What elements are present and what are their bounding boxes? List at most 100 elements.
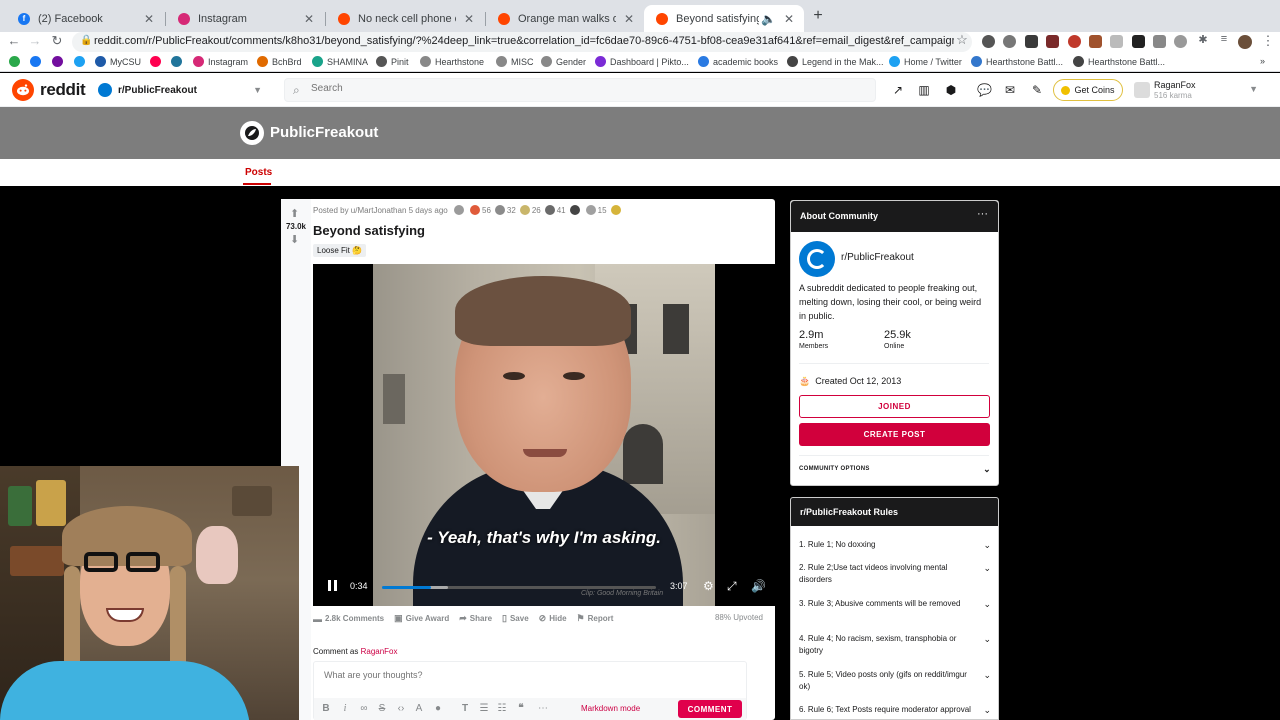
share-button[interactable]: ➦ Share xyxy=(459,613,492,624)
bulleted-list-icon[interactable]: ☰ xyxy=(478,703,490,714)
fullscreen-icon[interactable]: ⤢ xyxy=(727,579,737,594)
tab-posts[interactable]: Posts xyxy=(245,167,272,178)
search-box[interactable]: ⌕ xyxy=(284,78,876,102)
puzzle-icon[interactable]: ✱ xyxy=(1195,33,1211,46)
comments-button[interactable]: ▬ 2.8k Comments xyxy=(313,613,384,624)
extension-icon[interactable] xyxy=(1153,35,1166,48)
community-options-toggle[interactable]: COMMUNITY OPTIONS ⌄ xyxy=(799,464,991,474)
bookmark-item[interactable]: Hearthstone Battl... xyxy=(971,56,1063,67)
url-bar[interactable]: 🔒 reddit.com/r/PublicFreakout/comments/k… xyxy=(72,32,972,52)
shield-icon[interactable]: ⬢ xyxy=(944,83,958,97)
extension-icon[interactable] xyxy=(1003,35,1016,48)
comment-submit-button[interactable]: COMMENT xyxy=(678,700,742,718)
numbered-list-icon[interactable]: ☷ xyxy=(496,703,508,714)
rule-item[interactable]: 1. Rule 1; No doxxing ⌄ xyxy=(799,539,991,551)
extension-icon[interactable] xyxy=(1174,35,1187,48)
video-player[interactable]: - Yeah, that's why I'm asking. Clip: Goo… xyxy=(313,264,775,606)
bookmark-item[interactable]: Home / Twitter xyxy=(889,56,962,67)
back-icon[interactable]: ← xyxy=(6,33,22,48)
give-award-button[interactable]: ▣ Give Award xyxy=(394,613,449,624)
tab-facebook[interactable]: f (2) Facebook ✕ xyxy=(6,5,164,32)
menu-dots-icon[interactable]: ⋮ xyxy=(1260,33,1276,49)
close-icon[interactable]: ✕ xyxy=(142,12,156,26)
award-badge[interactable]: 15 xyxy=(585,205,607,215)
chat-icon[interactable]: 💬 xyxy=(977,83,992,97)
create-post-button[interactable]: CREATE POST xyxy=(799,423,990,446)
bookmark-item[interactable] xyxy=(171,56,186,67)
stats-icon[interactable]: ▥ xyxy=(917,83,931,97)
rule-item[interactable]: 5. Rule 5; Video posts only (gifs on red… xyxy=(799,669,991,693)
close-icon[interactable]: ✕ xyxy=(462,12,476,26)
extension-icon[interactable] xyxy=(1132,35,1145,48)
bookmark-item[interactable]: Gender xyxy=(541,56,586,67)
tab-no-neck[interactable]: No neck cell phone customer ✕ xyxy=(326,5,484,32)
profile-avatar[interactable] xyxy=(1238,35,1252,49)
settings-gear-icon[interactable]: ⚙ xyxy=(703,579,714,593)
bookmark-item[interactable]: SHAMINA xyxy=(312,56,368,67)
comment-as-user-link[interactable]: RaganFox xyxy=(361,647,398,656)
hide-button[interactable]: ⊘ Hide xyxy=(539,613,567,624)
bookmark-item[interactable]: BchBrd xyxy=(257,56,302,67)
bookmark-item[interactable]: Hearthstone xyxy=(420,56,484,67)
community-selector[interactable]: r/PublicFreakout ▼ xyxy=(98,80,266,100)
more-icon[interactable]: ⋯ xyxy=(537,703,549,714)
rule-item[interactable]: 2. Rule 2;Use tact videos involving ment… xyxy=(799,562,991,586)
extension-icon[interactable] xyxy=(1068,35,1081,48)
link-icon[interactable]: ∞ xyxy=(358,703,370,714)
extension-icon[interactable] xyxy=(1046,35,1059,48)
bookmark-item[interactable]: Instagram xyxy=(193,56,248,67)
rule-item[interactable]: 3. Rule 3; Abusive comments will be remo… xyxy=(799,598,991,610)
close-icon[interactable]: ✕ xyxy=(782,12,796,26)
extension-icon[interactable] xyxy=(982,35,995,48)
volume-icon[interactable]: 🔊 xyxy=(751,579,766,593)
code-icon[interactable]: ‹› xyxy=(395,703,407,714)
speaker-icon[interactable]: 🔈 xyxy=(761,12,776,26)
pencil-icon[interactable]: ✎ xyxy=(1030,83,1044,97)
new-tab-button[interactable]: + xyxy=(810,7,826,25)
award-badge[interactable]: 32 xyxy=(494,205,516,215)
report-button[interactable]: ⚑ Report xyxy=(577,613,614,624)
comment-input[interactable] xyxy=(324,670,724,690)
extension-icon[interactable] xyxy=(1025,35,1038,48)
bookmark-item[interactable]: Dashboard | Pikto... xyxy=(595,56,689,67)
italic-icon[interactable]: i xyxy=(339,703,351,714)
heading-icon[interactable]: T xyxy=(459,703,471,714)
star-icon[interactable]: ☆ xyxy=(954,32,970,48)
bookmark-item[interactable]: MyCSU xyxy=(95,56,141,67)
trending-icon[interactable]: ↗ xyxy=(891,83,905,97)
close-icon[interactable]: ✕ xyxy=(622,12,636,26)
user-menu[interactable]: RaganFox 516 karma ▼ xyxy=(1134,78,1274,102)
more-options-icon[interactable]: ··· xyxy=(977,208,988,220)
get-coins-button[interactable]: Get Coins xyxy=(1053,79,1123,101)
superscript-icon[interactable]: A xyxy=(413,703,425,714)
tab-beyond-satisfying[interactable]: Beyond satisfying : Public 🔈 ✕ xyxy=(644,5,804,32)
mail-icon[interactable]: ✉ xyxy=(1003,83,1017,97)
video-scrubber[interactable] xyxy=(382,586,656,589)
extension-icon[interactable] xyxy=(1110,35,1123,48)
joined-button[interactable]: JOINED xyxy=(799,395,990,418)
quote-icon[interactable]: ❝ xyxy=(515,703,527,714)
bookmark-item[interactable]: Pinit xyxy=(376,56,409,67)
markdown-mode-toggle[interactable]: Markdown mode xyxy=(581,704,640,713)
award-badge[interactable]: 56 xyxy=(470,205,491,215)
save-button[interactable]: ▯ Save xyxy=(502,613,529,624)
award-badge[interactable]: 41 xyxy=(544,205,566,215)
bookmark-item[interactable] xyxy=(9,56,24,67)
award-badge[interactable] xyxy=(569,205,582,215)
bold-icon[interactable]: B xyxy=(320,703,332,714)
reddit-logo[interactable]: reddit xyxy=(12,79,86,101)
rule-item[interactable]: 6. Rule 6; Text Posts require moderator … xyxy=(799,704,991,716)
forward-icon[interactable]: → xyxy=(27,33,43,48)
spoiler-icon[interactable]: ● xyxy=(432,703,444,714)
strikethrough-icon[interactable]: S xyxy=(376,703,388,714)
bookmark-item[interactable]: Legend in the Mak... xyxy=(787,56,884,67)
bookmark-item[interactable] xyxy=(74,56,89,67)
bookmark-item[interactable]: Hearthstone Battl... xyxy=(1073,56,1165,67)
bookmark-item[interactable] xyxy=(30,56,45,67)
reload-icon[interactable]: ↻ xyxy=(49,33,65,49)
close-icon[interactable]: ✕ xyxy=(302,12,316,26)
community-name[interactable]: r/PublicFreakout xyxy=(841,252,914,263)
awards-row[interactable]: 56 32 26 41 15 xyxy=(454,205,627,215)
award-badge[interactable]: 26 xyxy=(519,205,541,215)
extension-icon[interactable] xyxy=(1089,35,1102,48)
